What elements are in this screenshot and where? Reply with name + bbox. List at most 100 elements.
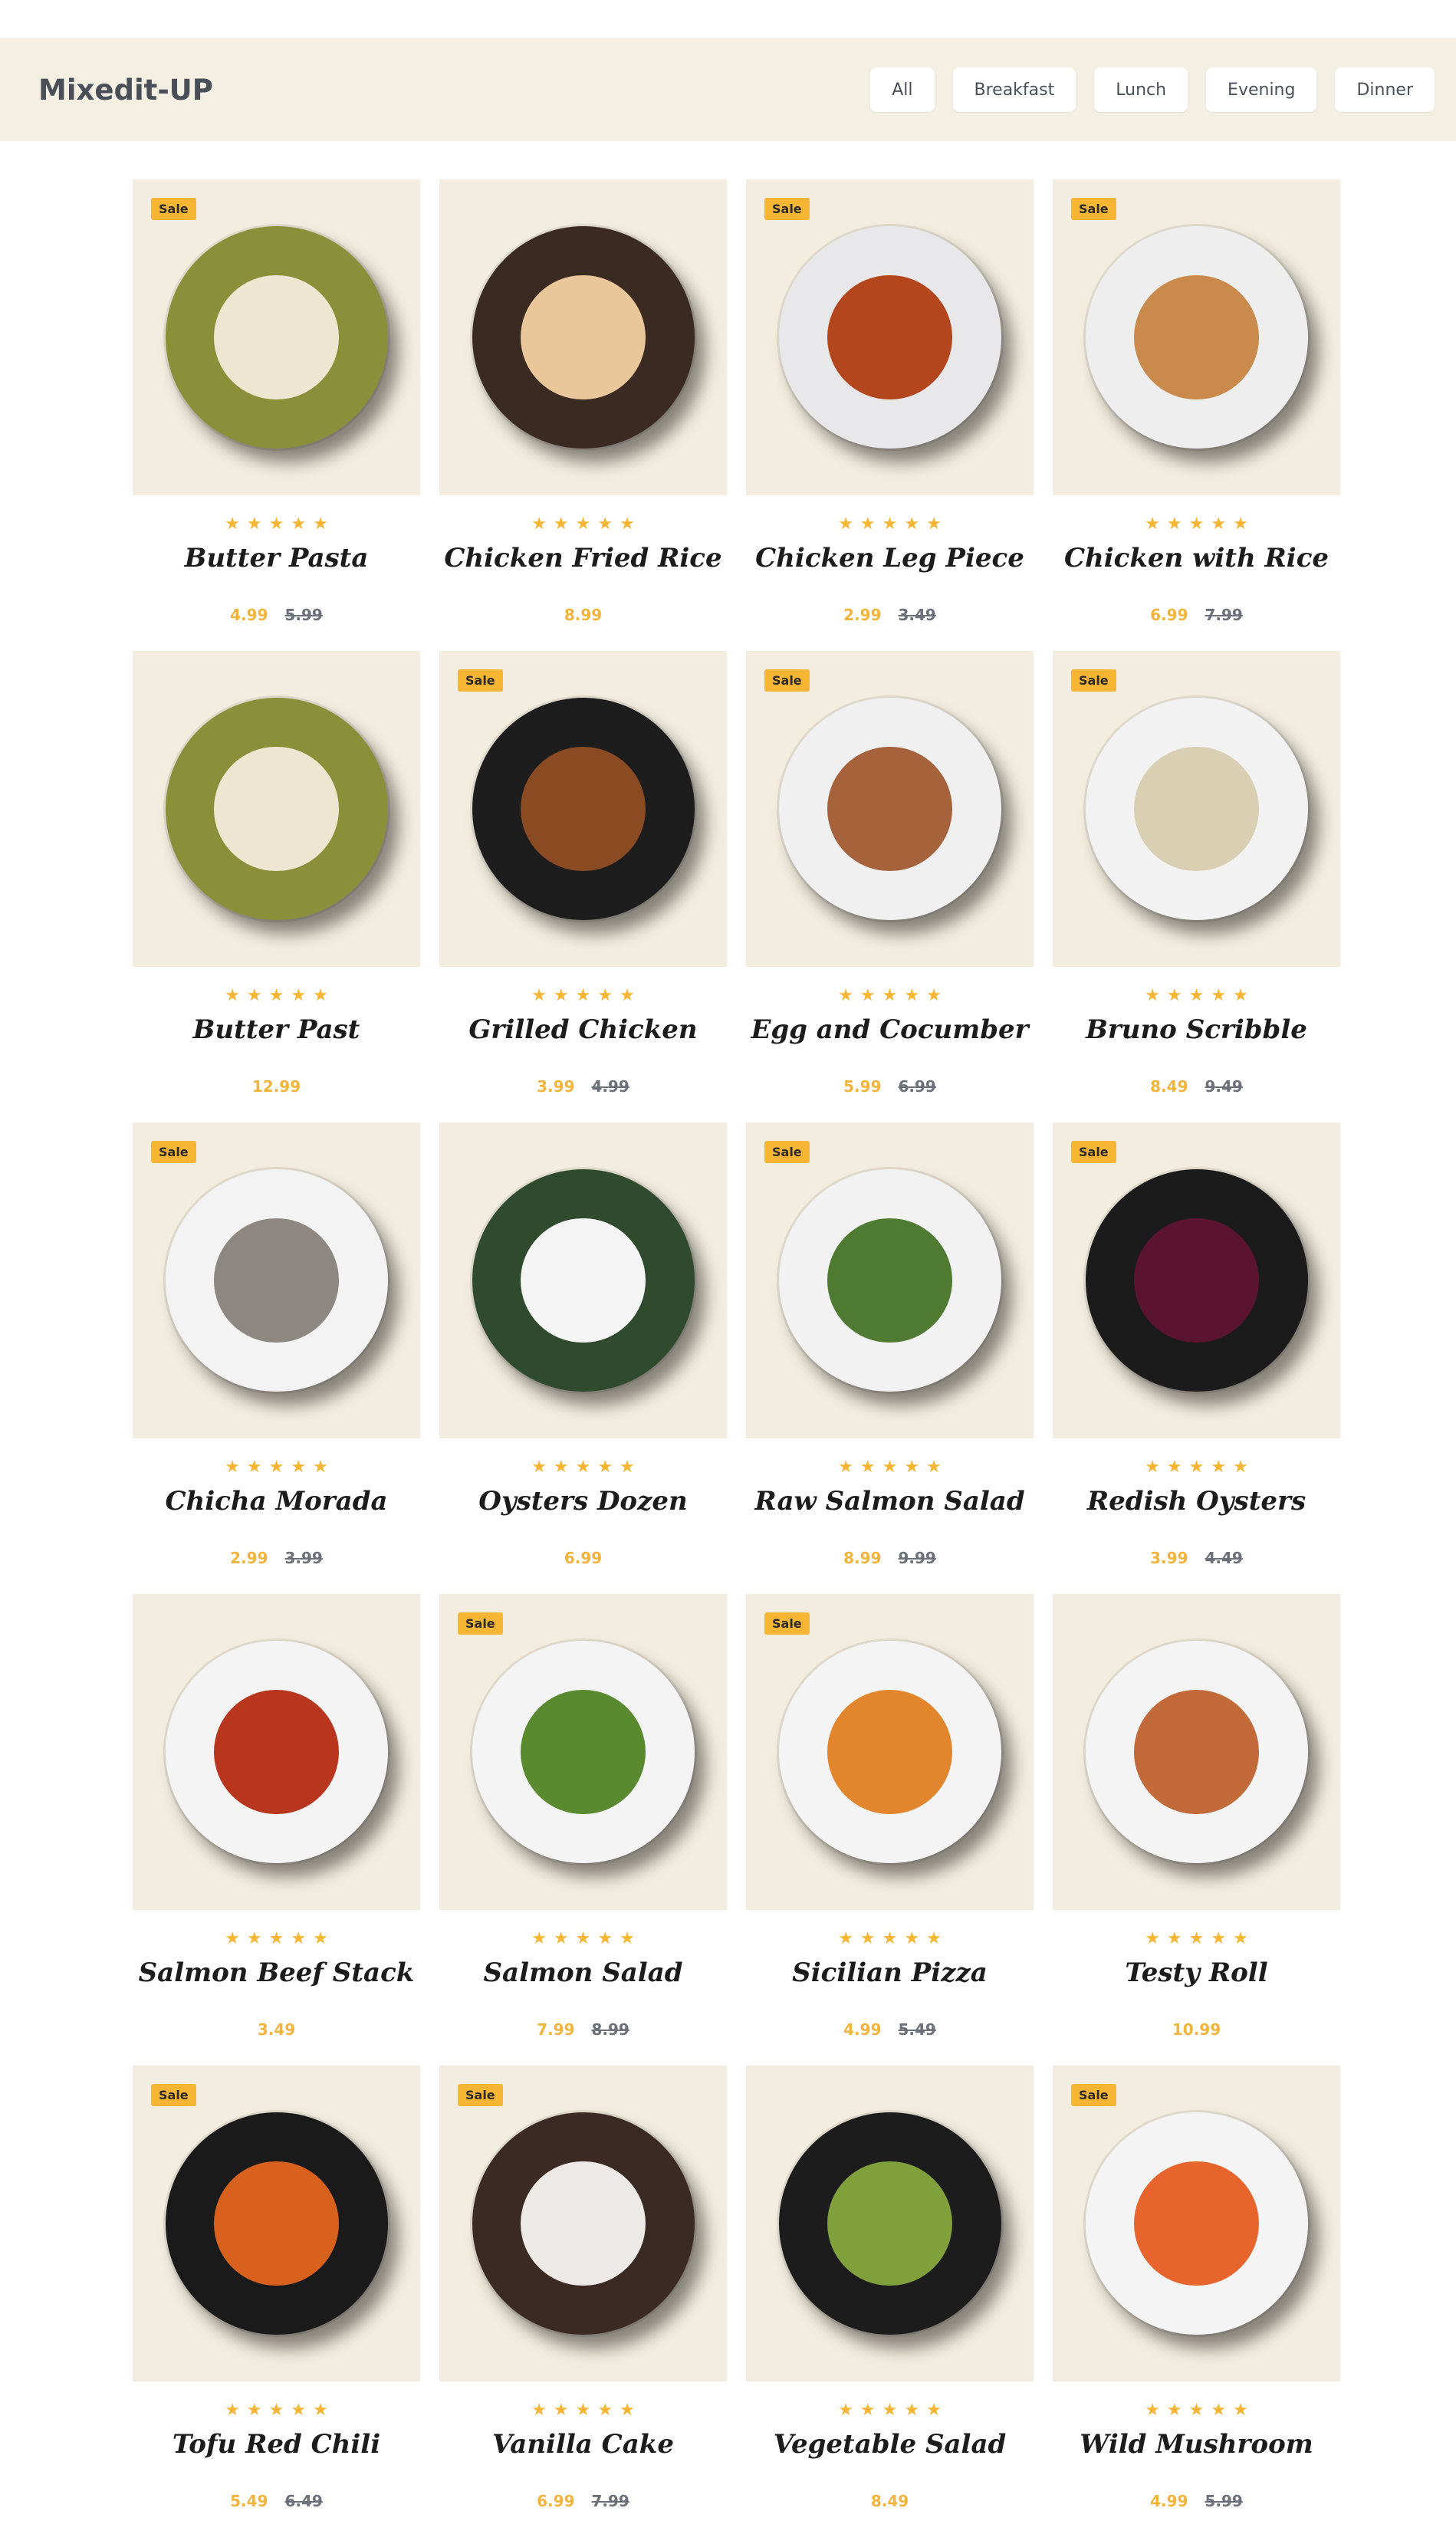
- old-price: 5.99: [1205, 2492, 1243, 2510]
- product-image-container[interactable]: Sale: [746, 1594, 1034, 1910]
- product-prices: 6.99: [439, 1549, 727, 1567]
- filter-breakfast-button[interactable]: Breakfast: [952, 67, 1076, 112]
- product-name[interactable]: Chicken with Rice: [1053, 543, 1340, 574]
- product-card[interactable]: Sale ★★★★★ Wild Mushroom 4.99 5.99: [1053, 2066, 1340, 2521]
- product-card[interactable]: ★★★★★ Oysters Dozen 6.99: [439, 1122, 727, 1594]
- product-name[interactable]: Tofu Red Chili: [133, 2429, 420, 2460]
- product-card[interactable]: Sale ★★★★★ Raw Salmon Salad 8.99 9.99: [746, 1122, 1034, 1594]
- product-image-container[interactable]: Sale: [1053, 179, 1340, 495]
- product-prices: 8.99: [439, 606, 727, 624]
- product-image-container[interactable]: Sale: [439, 2066, 727, 2381]
- product-image-container[interactable]: Sale: [746, 1122, 1034, 1438]
- current-price: 8.49: [1150, 1077, 1188, 1096]
- filter-lunch-button[interactable]: Lunch: [1094, 67, 1188, 112]
- product-image-container[interactable]: [746, 2066, 1034, 2381]
- current-price: 8.49: [870, 2492, 909, 2510]
- current-price: 4.99: [843, 2020, 882, 2039]
- product-prices: 8.99 9.99: [746, 1549, 1034, 1567]
- rating-stars: ★★★★★: [1145, 2400, 1255, 2419]
- current-price: 6.99: [537, 2492, 575, 2510]
- sale-badge: Sale: [458, 1612, 503, 1635]
- product-card[interactable]: ★★★★★ Vegetable Salad 8.49: [746, 2066, 1034, 2521]
- product-name[interactable]: Redish Oysters: [1053, 1486, 1340, 1517]
- product-prices: 4.99 5.99: [133, 606, 420, 624]
- product-image-container[interactable]: [133, 1594, 420, 1910]
- product-card[interactable]: Sale ★★★★★ Sicilian Pizza 4.99 5.49: [746, 1594, 1034, 2066]
- product-name[interactable]: Chicken Fried Rice: [439, 543, 727, 574]
- product-name[interactable]: Chicha Morada: [133, 1486, 420, 1517]
- product-name[interactable]: Bruno Scribble: [1053, 1014, 1340, 1045]
- product-image-container[interactable]: [133, 651, 420, 967]
- sale-badge: Sale: [1071, 669, 1116, 692]
- dish-food: [827, 1689, 952, 1815]
- product-image-container[interactable]: Sale: [133, 1122, 420, 1438]
- rating-stars: ★★★★★: [531, 2400, 642, 2419]
- product-image-container[interactable]: Sale: [746, 651, 1034, 967]
- old-price: 3.49: [898, 606, 936, 624]
- product-image-container[interactable]: Sale: [133, 179, 420, 495]
- current-price: 2.99: [843, 606, 882, 624]
- dish-image: [1085, 2112, 1308, 2335]
- product-image-container[interactable]: Sale: [439, 651, 727, 967]
- category-filters: All Breakfast Lunch Evening Dinner: [870, 67, 1435, 112]
- filter-evening-button[interactable]: Evening: [1206, 67, 1317, 112]
- product-image-container[interactable]: Sale: [439, 1594, 727, 1910]
- product-name[interactable]: Raw Salmon Salad: [746, 1486, 1034, 1517]
- product-card[interactable]: Sale ★★★★★ Vanilla Cake 6.99 7.99: [439, 2066, 727, 2521]
- product-card[interactable]: ★★★★★ Salmon Beef Stack 3.49: [133, 1594, 420, 2066]
- product-card[interactable]: Sale ★★★★★ Redish Oysters 3.99 4.49: [1053, 1122, 1340, 1594]
- dish-image: [1085, 698, 1308, 920]
- dish-food: [1134, 274, 1259, 400]
- product-name[interactable]: Wild Mushroom: [1053, 2429, 1340, 2460]
- filter-dinner-button[interactable]: Dinner: [1335, 67, 1435, 112]
- product-image-container[interactable]: [439, 1122, 727, 1438]
- product-image-container[interactable]: Sale: [1053, 651, 1340, 967]
- rating-stars: ★★★★★: [531, 514, 642, 533]
- product-name[interactable]: Egg and Cocumber: [746, 1014, 1034, 1045]
- product-image-container[interactable]: [1053, 1594, 1340, 1910]
- product-name[interactable]: Testy Roll: [1053, 1957, 1340, 1988]
- current-price: 10.99: [1172, 2020, 1221, 2039]
- product-card[interactable]: Sale ★★★★★ Butter Pasta 4.99 5.99: [133, 179, 420, 651]
- old-price: 5.99: [284, 606, 323, 624]
- rating-stars: ★★★★★: [531, 1457, 642, 1476]
- product-grid: Sale ★★★★★ Butter Pasta 4.99 5.99 ★★★★★ Chicke…: [133, 179, 1340, 2521]
- product-card[interactable]: ★★★★★ Butter Past 12.99: [133, 651, 420, 1122]
- dish-food: [827, 274, 952, 400]
- product-name[interactable]: Salmon Salad: [439, 1957, 727, 1988]
- product-card[interactable]: Sale ★★★★★ Egg and Cocumber 5.99 6.99: [746, 651, 1034, 1122]
- product-card[interactable]: ★★★★★ Testy Roll 10.99: [1053, 1594, 1340, 2066]
- product-name[interactable]: Chicken Leg Piece: [746, 543, 1034, 574]
- product-image-container[interactable]: Sale: [1053, 1122, 1340, 1438]
- product-card[interactable]: Sale ★★★★★ Grilled Chicken 3.99 4.99: [439, 651, 727, 1122]
- brand-logo[interactable]: Mixedit-UP: [38, 74, 213, 107]
- product-name[interactable]: Butter Past: [133, 1014, 420, 1045]
- product-image-container[interactable]: Sale: [133, 2066, 420, 2381]
- product-image-container[interactable]: [439, 179, 727, 495]
- sale-badge: Sale: [151, 198, 196, 220]
- product-card[interactable]: ★★★★★ Chicken Fried Rice 8.99: [439, 179, 727, 651]
- product-image-container[interactable]: Sale: [746, 179, 1034, 495]
- product-card[interactable]: Sale ★★★★★ Salmon Salad 7.99 8.99: [439, 1594, 727, 2066]
- product-name[interactable]: Vanilla Cake: [439, 2429, 727, 2460]
- rating-stars: ★★★★★: [531, 1928, 642, 1947]
- product-card[interactable]: Sale ★★★★★ Chicken with Rice 6.99 7.99: [1053, 179, 1340, 651]
- product-name[interactable]: Sicilian Pizza: [746, 1957, 1034, 1988]
- product-name[interactable]: Grilled Chicken: [439, 1014, 727, 1045]
- product-name[interactable]: Vegetable Salad: [746, 2429, 1034, 2460]
- sale-badge: Sale: [151, 2084, 196, 2106]
- product-card[interactable]: Sale ★★★★★ Bruno Scribble 8.49 9.49: [1053, 651, 1340, 1122]
- dish-food: [827, 746, 952, 872]
- sale-badge: Sale: [764, 198, 810, 220]
- product-name[interactable]: Butter Pasta: [133, 543, 420, 574]
- product-name[interactable]: Oysters Dozen: [439, 1486, 727, 1517]
- product-card[interactable]: Sale ★★★★★ Chicha Morada 2.99 3.99: [133, 1122, 420, 1594]
- product-card[interactable]: Sale ★★★★★ Chicken Leg Piece 2.99 3.49: [746, 179, 1034, 651]
- product-name[interactable]: Salmon Beef Stack: [133, 1957, 420, 1988]
- filter-all-button[interactable]: All: [870, 67, 935, 112]
- old-price: 4.49: [1205, 1549, 1243, 1567]
- product-card[interactable]: Sale ★★★★★ Tofu Red Chili 5.49 6.49: [133, 2066, 420, 2521]
- rating-stars: ★★★★★: [1145, 1928, 1255, 1947]
- rating-stars: ★★★★★: [838, 985, 948, 1004]
- product-image-container[interactable]: Sale: [1053, 2066, 1340, 2381]
